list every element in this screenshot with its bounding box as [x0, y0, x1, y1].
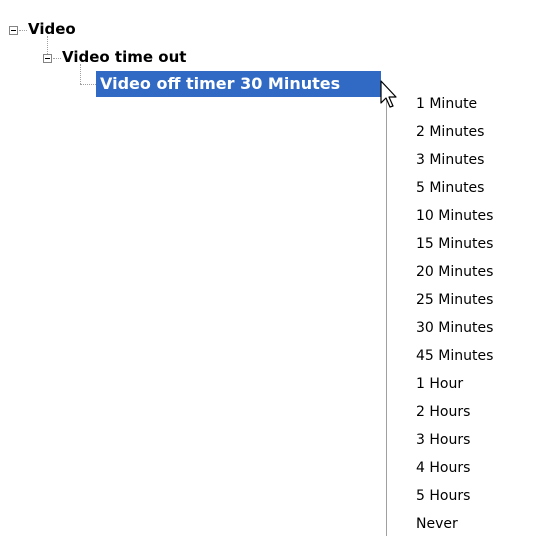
tree-connector	[19, 30, 27, 31]
option-45-minutes[interactable]: 45 Minutes	[416, 347, 493, 365]
tree-connector	[80, 64, 81, 84]
option-1-hour[interactable]: 1 Hour	[416, 375, 463, 393]
option-30-minutes[interactable]: 30 Minutes	[416, 319, 493, 337]
collapse-video-time-out-icon[interactable]	[43, 54, 52, 63]
tree-connector	[80, 84, 96, 85]
tree-node-video[interactable]: Video	[28, 20, 76, 39]
option-2-hours[interactable]: 2 Hours	[416, 403, 470, 421]
timer-options-list[interactable]: 1 Minute 2 Minutes 3 Minutes 5 Minutes 1…	[386, 92, 533, 536]
tree-connector	[47, 36, 48, 54]
option-2-minutes[interactable]: 2 Minutes	[416, 123, 484, 141]
settings-tree: Video Video time out Video off timer 30 …	[0, 0, 533, 536]
option-5-minutes[interactable]: 5 Minutes	[416, 179, 484, 197]
option-never[interactable]: Never	[416, 515, 458, 533]
tree-connector	[53, 58, 61, 59]
option-5-hours[interactable]: 5 Hours	[416, 487, 470, 505]
option-1-minute[interactable]: 1 Minute	[416, 95, 477, 113]
option-10-minutes[interactable]: 10 Minutes	[416, 207, 493, 225]
collapse-video-icon[interactable]	[9, 26, 18, 35]
option-25-minutes[interactable]: 25 Minutes	[416, 291, 493, 309]
option-3-minutes[interactable]: 3 Minutes	[416, 151, 484, 169]
tree-node-video-off-timer[interactable]: Video off timer 30 Minutes	[96, 71, 381, 97]
option-20-minutes[interactable]: 20 Minutes	[416, 263, 493, 281]
option-3-hours[interactable]: 3 Hours	[416, 431, 470, 449]
arrow-pointer-icon	[380, 80, 397, 108]
option-15-minutes[interactable]: 15 Minutes	[416, 235, 493, 253]
option-4-hours[interactable]: 4 Hours	[416, 459, 470, 477]
